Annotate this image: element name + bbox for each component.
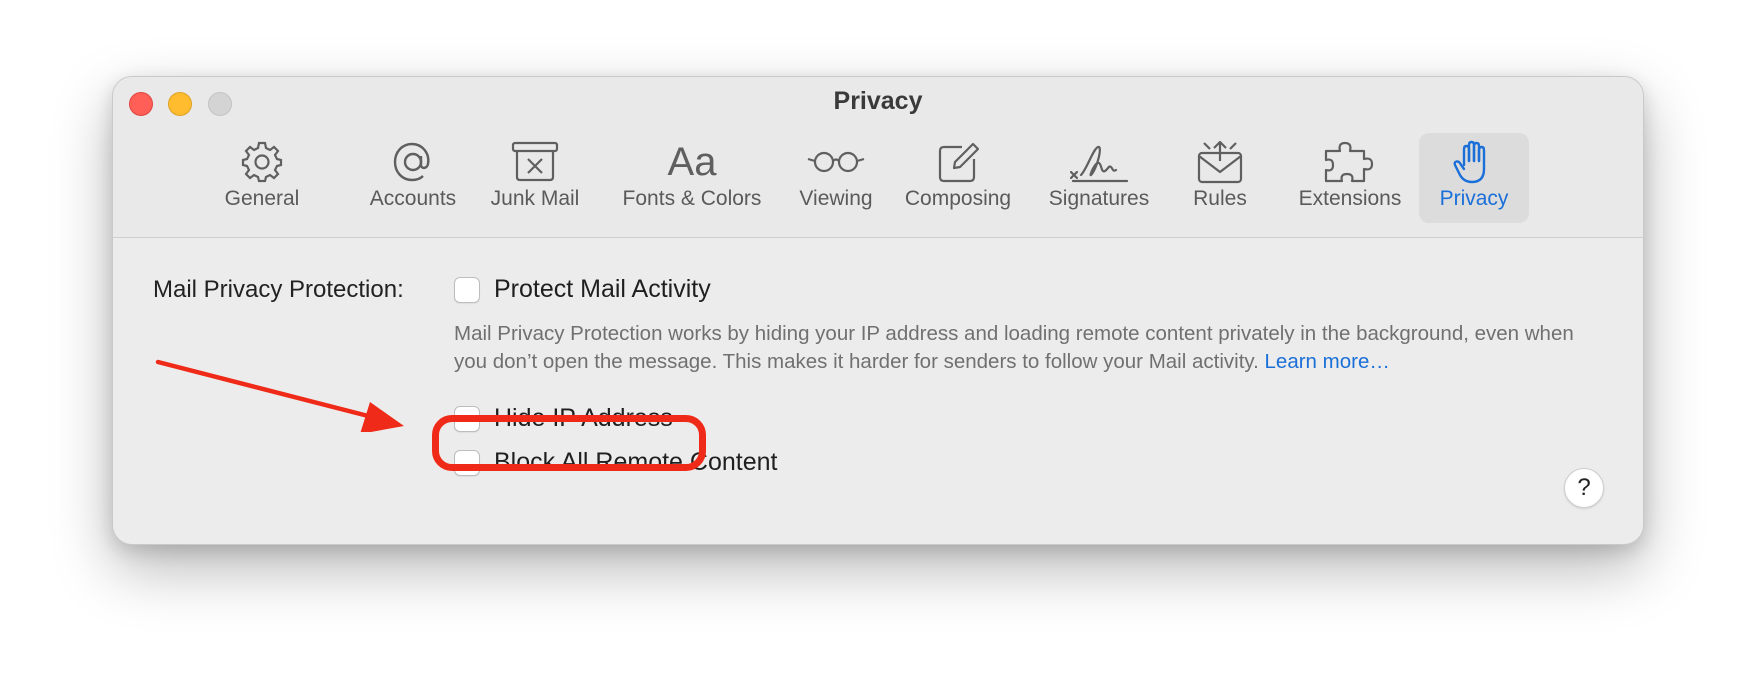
tab-label: Viewing	[799, 187, 873, 210]
tab-fonts-colors[interactable]: Aa Fonts & Colors	[603, 133, 781, 223]
hand-icon	[1453, 140, 1486, 184]
annotation-arrow	[155, 359, 404, 432]
tab-label: Fonts & Colors	[622, 187, 762, 210]
puzzle-icon	[1324, 141, 1374, 183]
fonts-icon: Aa	[667, 140, 717, 184]
mail-settings-window: Privacy General Accounts Junk Mail Aa Fo…	[112, 76, 1644, 545]
tab-privacy[interactable]: Privacy	[1419, 133, 1529, 223]
protect-mail-activity-row[interactable]: Protect Mail Activity	[454, 275, 711, 304]
privacy-description: Mail Privacy Protection works by hiding …	[454, 320, 1584, 376]
tab-label: Junk Mail	[490, 187, 580, 210]
tab-label: Composing	[904, 187, 1012, 210]
compose-icon	[938, 142, 980, 183]
tab-label: Rules	[1193, 187, 1247, 210]
window-title: Privacy	[833, 87, 923, 115]
signature-icon	[1069, 145, 1129, 183]
preferences-toolbar: General Accounts Junk Mail Aa Fonts & Co…	[113, 133, 1643, 225]
tab-label: Extensions	[1298, 187, 1402, 210]
at-sign-icon	[393, 142, 430, 182]
help-button[interactable]: ?	[1564, 468, 1604, 508]
tab-composing[interactable]: Composing	[893, 133, 1023, 223]
description-text: Mail Privacy Protection works by hiding …	[454, 322, 1574, 373]
tab-junk-mail[interactable]: Junk Mail	[473, 133, 597, 223]
learn-more-link[interactable]: Learn more…	[1265, 350, 1390, 373]
tab-viewing[interactable]: Viewing	[781, 133, 891, 223]
protect-mail-activity-checkbox[interactable]	[454, 276, 480, 303]
tab-label: Accounts	[369, 187, 457, 210]
screenshot-stage: Privacy General Accounts Junk Mail Aa Fo…	[0, 0, 1756, 692]
tab-general[interactable]: General	[215, 133, 309, 223]
rules-icon	[1197, 140, 1243, 184]
tab-rules[interactable]: Rules	[1165, 133, 1275, 223]
junk-mail-icon	[511, 141, 559, 182]
tab-accounts[interactable]: Accounts	[349, 133, 477, 223]
gear-icon	[241, 141, 283, 183]
tab-signatures[interactable]: Signatures	[1035, 133, 1163, 223]
protect-mail-activity-label: Protect Mail Activity	[494, 275, 711, 303]
window-titlebar: Privacy General Accounts Junk Mail Aa Fo…	[113, 77, 1643, 238]
glasses-icon	[807, 151, 865, 173]
tab-extensions[interactable]: Extensions	[1285, 133, 1415, 223]
tab-label: Privacy	[1439, 187, 1509, 210]
tab-label: General	[224, 187, 300, 210]
mail-privacy-protection-label: Mail Privacy Protection:	[153, 276, 404, 303]
annotation-highlight-ring	[432, 415, 706, 471]
tab-label: Signatures	[1048, 187, 1150, 210]
